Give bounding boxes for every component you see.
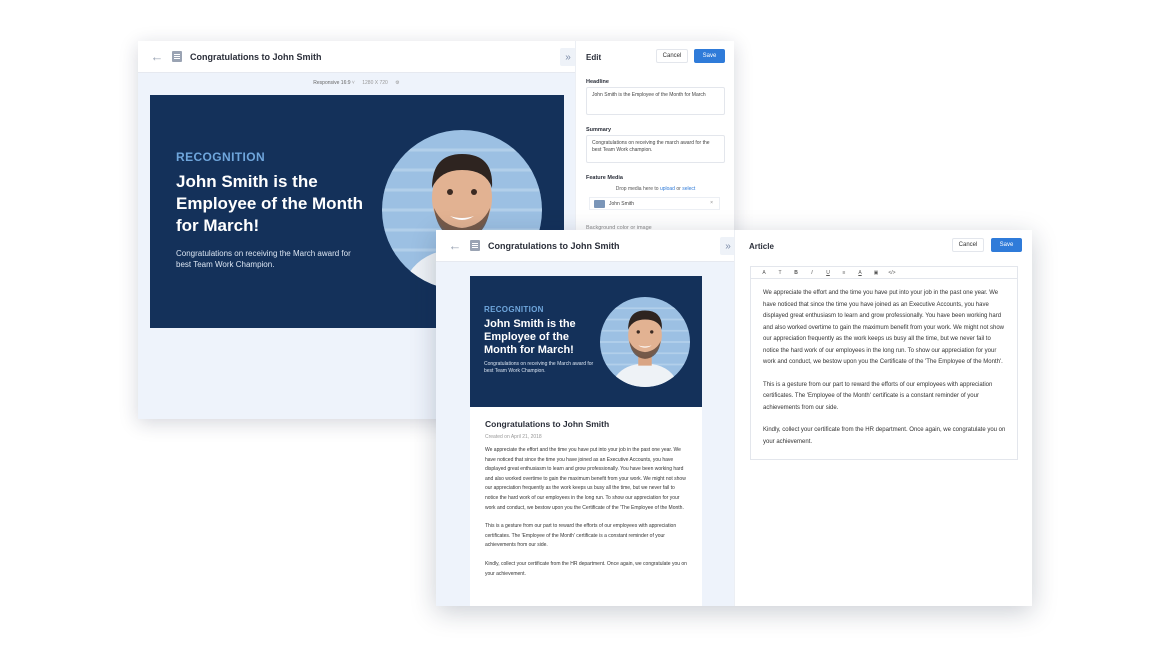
edit-window-title: Congratulations to John Smith: [190, 51, 322, 62]
align-button[interactable]: ≡: [836, 268, 852, 278]
edit-panel-title: Edit: [586, 52, 602, 62]
rich-text-editor: A T B I U ≡ A ▣ </> We appreciate the ef…: [750, 266, 1018, 460]
article-paragraph: This is a gesture from our part to rewar…: [485, 523, 677, 549]
insert-image-button[interactable]: ▣: [868, 268, 884, 278]
document-icon: [470, 240, 480, 251]
article-paragraph: We appreciate the effort and the time yo…: [485, 447, 686, 511]
editor-paragraph: This is a gesture from our part to rewar…: [763, 381, 993, 411]
responsive-dropdown[interactable]: Responsive 16:9: [313, 80, 350, 86]
select-link[interactable]: select: [682, 186, 695, 192]
banner-headline: John Smith is the Employee of the Month …: [484, 318, 576, 356]
editor-paragraph: Kindly, collect your certificate from th…: [763, 427, 1006, 445]
article-editor-panel: Article Cancel Save A T B I U ≡ A ▣ </> …: [734, 230, 1032, 606]
italic-button[interactable]: I: [804, 268, 820, 278]
banner-kicker: RECOGNITION: [176, 150, 266, 164]
gear-icon[interactable]: ⚙: [395, 80, 399, 86]
portrait-illustration: [600, 307, 690, 387]
banner-subline: Congratulations on receiving the March a…: [176, 249, 351, 269]
article-window: ← Congratulations to John Smith » RECOGN…: [436, 230, 1032, 606]
article-preview-pane: RECOGNITION John Smith is the Employee o…: [436, 262, 734, 606]
article-paragraph: Kindly, collect your certificate from th…: [485, 560, 687, 577]
editor-paragraph: We appreciate the effort and the time yo…: [763, 290, 1004, 365]
media-item-row[interactable]: John Smith ×: [589, 197, 720, 210]
font-size-button[interactable]: A: [756, 268, 772, 278]
back-arrow-icon[interactable]: ←: [146, 46, 168, 68]
employee-photo: [600, 297, 690, 387]
upload-link[interactable]: upload: [660, 186, 675, 192]
stage: ← Congratulations to John Smith » Respon…: [0, 0, 1152, 648]
banner-headline: John Smith is the Employee of the Month …: [176, 172, 363, 235]
back-arrow-icon[interactable]: ←: [444, 235, 466, 257]
text-color-button[interactable]: A: [852, 268, 868, 278]
summary-label: Summary: [586, 127, 612, 133]
responsive-size-bar: Responsive 16:9 ˅ 1280 X 720 ⚙: [138, 80, 575, 86]
article-window-topbar: ← Congratulations to John Smith: [436, 230, 734, 262]
cancel-button[interactable]: Cancel: [656, 49, 688, 63]
media-dropzone[interactable]: Drop media here to upload or select: [586, 186, 725, 192]
remove-icon[interactable]: ×: [710, 200, 713, 206]
headline-input[interactable]: John Smith is the Employee of the Month …: [586, 87, 725, 115]
cancel-button[interactable]: Cancel: [952, 238, 984, 252]
save-button[interactable]: Save: [694, 49, 725, 63]
document-icon: [172, 51, 182, 62]
resolution-label: 1280 X 720: [362, 80, 388, 86]
editor-toolbar: A T B I U ≡ A ▣ </>: [751, 267, 1017, 279]
feature-media-label: Feature Media: [586, 175, 623, 181]
chevron-down-icon: ˅: [350, 80, 355, 86]
edit-panel-header: Edit: [586, 41, 601, 73]
or-text: or: [676, 186, 681, 192]
banner-kicker: RECOGNITION: [484, 305, 544, 314]
image-thumbnail-icon: [594, 199, 605, 208]
save-button[interactable]: Save: [991, 238, 1022, 252]
text-style-button[interactable]: T: [772, 268, 788, 278]
media-item-name: John Smith: [609, 200, 635, 207]
article-window-title: Congratulations to John Smith: [488, 240, 620, 251]
code-view-button[interactable]: </>: [884, 268, 900, 278]
article-date: Created on April 21, 2018: [485, 434, 542, 440]
summary-input[interactable]: Congratulations on receiving the march a…: [586, 135, 725, 163]
headline-label: Headline: [586, 79, 609, 85]
article-preview-card: RECOGNITION John Smith is the Employee o…: [470, 276, 702, 606]
bold-button[interactable]: B: [788, 268, 804, 278]
underline-button[interactable]: U: [820, 268, 836, 278]
article-panel-title: Article: [749, 241, 774, 251]
dropzone-text: Drop media here to: [615, 186, 659, 192]
double-chevron-right-icon[interactable]: »: [560, 48, 576, 66]
edit-window-topbar: ← Congratulations to John Smith: [138, 41, 575, 73]
banner-subline: Congratulations on receiving the March a…: [484, 361, 594, 374]
article-title: Congratulations to John Smith: [485, 419, 610, 429]
editor-content[interactable]: We appreciate the effort and the time yo…: [763, 288, 1007, 459]
article-body: We appreciate the effort and the time yo…: [485, 446, 689, 588]
article-panel-header: Article: [749, 230, 774, 262]
recognition-banner-small: RECOGNITION John Smith is the Employee o…: [470, 276, 702, 407]
